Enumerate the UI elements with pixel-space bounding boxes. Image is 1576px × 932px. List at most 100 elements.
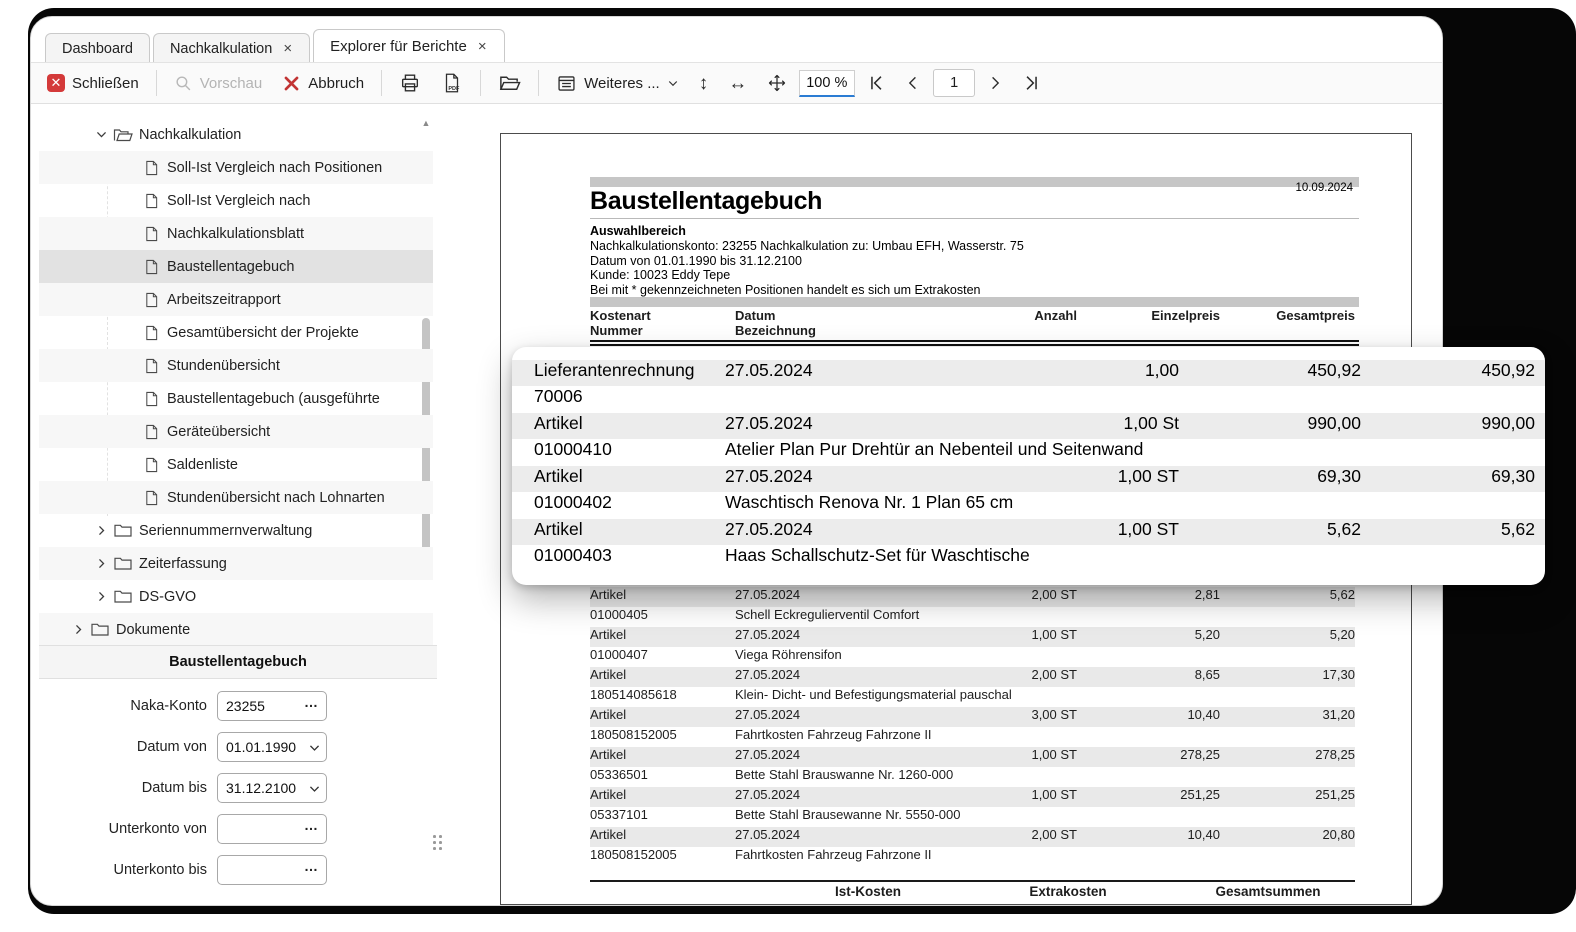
tree-item-label: Stundenübersicht nach Lohnarten [163, 490, 385, 506]
zoom-level-input[interactable]: 100 % [799, 70, 855, 97]
tree-item-stunden-bersicht-nach-lohnarten[interactable]: Stundenübersicht nach Lohnarten [39, 481, 433, 514]
cell-gesamtpreis: 69,30 [1491, 466, 1535, 487]
date-select[interactable]: 01.01.1990 [217, 732, 327, 762]
tree-item-ger-te-bersicht[interactable]: Geräteübersicht [39, 415, 433, 448]
next-page-button[interactable] [979, 71, 1011, 95]
splitter-drag-handle-icon[interactable] [433, 835, 447, 857]
page-number-value: 1 [950, 75, 958, 91]
pan-button[interactable] [759, 69, 795, 97]
cell-gesamtpreis: 5,20 [1330, 627, 1355, 642]
callout-row-line1: Artikel27.05.20241,00 ST5,625,62 [512, 519, 1545, 545]
more-options-button[interactable]: Weiteres ... [548, 69, 687, 98]
cell-kostenart: Artikel [590, 587, 626, 602]
tree-item-stunden-bersicht[interactable]: Stundenübersicht [39, 349, 433, 382]
print-button[interactable] [391, 68, 429, 98]
chevron-down-icon[interactable] [308, 741, 321, 757]
open-report-button[interactable] [490, 68, 529, 99]
lookup-ellipsis-icon[interactable]: … [304, 694, 319, 710]
chevron-right-icon[interactable] [91, 524, 111, 537]
tree-item-nachkalkulation[interactable]: Nachkalkulation [39, 118, 433, 151]
lookup-ellipsis-icon[interactable]: … [304, 858, 319, 874]
cell-anzahl: 1,00 ST [1031, 787, 1077, 802]
preview-button-label: Vorschau [200, 75, 263, 92]
close-button[interactable]: ✕ Schließen [39, 70, 147, 96]
chevron-right-icon[interactable] [91, 590, 111, 603]
cell-gesamtpreis: 450,92 [1481, 360, 1535, 381]
preview-button[interactable]: Vorschau [166, 70, 271, 97]
first-page-button[interactable] [859, 70, 893, 96]
prev-page-button[interactable] [897, 71, 929, 95]
tree-item-dokumente[interactable]: Dokumente [39, 613, 433, 645]
cell-bezeichnung: Fahrtkosten Fahrzeug Fahrzone II [735, 727, 932, 742]
cell-nummer: 01000403 [534, 545, 612, 566]
lookup-ellipsis-icon[interactable]: … [304, 817, 319, 833]
cell-einzelpreis: 2,81 [1195, 587, 1220, 602]
tree-item-baustellentagebuch-ausgef-hrte[interactable]: Baustellentagebuch (ausgeführte [39, 382, 433, 415]
table-row-line1: Artikel27.05.20241,00 ST5,205,20 [590, 627, 1355, 647]
tree-item-gesamt-bersicht-der-projekte[interactable]: Gesamtübersicht der Projekte [39, 316, 433, 349]
abort-button[interactable]: Abbruch [274, 70, 372, 97]
document-icon [139, 259, 163, 275]
table-row-line2: 01000407Viega Röhrensifon [590, 647, 1355, 667]
callout-row-inner: 70006 [534, 386, 1535, 412]
chevron-right-icon[interactable] [91, 557, 111, 570]
tree-item-label: Dokumente [112, 622, 190, 638]
fit-width-button[interactable]: ↔ [720, 70, 755, 97]
tab-bar: DashboardNachkalkulation×Explorer für Be… [45, 27, 508, 63]
folder-icon [111, 589, 135, 604]
page-number-input[interactable]: 1 [933, 69, 975, 97]
last-page-button[interactable] [1015, 70, 1049, 96]
cell-gesamtpreis: 31,20 [1322, 707, 1355, 722]
chevron-right-icon [987, 75, 1003, 91]
chevron-down-icon[interactable] [91, 128, 111, 141]
tree-item-seriennummernverwaltung[interactable]: Seriennummernverwaltung [39, 514, 433, 547]
fit-width-icon: ↔ [728, 74, 747, 93]
tree-item-saldenliste[interactable]: Saldenliste [39, 448, 433, 481]
chevron-right-icon[interactable] [68, 623, 88, 636]
tab-explorer-f-r-berichte[interactable]: Explorer für Berichte× [313, 29, 505, 63]
report-header-band [590, 177, 1359, 187]
tree-item-ds-gvo[interactable]: DS-GVO [39, 580, 433, 613]
selection-line: Datum von 01.01.1990 bis 31.12.2100 [590, 254, 1024, 269]
abort-x-icon [282, 74, 301, 93]
lookup-input[interactable]: … [217, 855, 327, 885]
table-row-line1: Artikel27.05.20242,00 ST2,815,62 [590, 587, 1355, 607]
callout-row-inner: Artikel27.05.20241,00 ST69,3069,30 [534, 466, 1535, 492]
tree-item-arbeitszeitrapport[interactable]: Arbeitszeitrapport [39, 283, 433, 316]
abort-button-label: Abbruch [308, 75, 364, 92]
tree-item-zeiterfassung[interactable]: Zeiterfassung [39, 547, 433, 580]
lookup-input[interactable]: … [217, 814, 327, 844]
pdf-export-button[interactable]: PDF [433, 68, 471, 98]
callout-row-inner: Lieferantenrechnung27.05.20241,00450,924… [534, 360, 1535, 386]
folder-icon [88, 622, 112, 637]
cell-gesamtpreis: 251,25 [1315, 787, 1355, 802]
chevron-down-icon [667, 77, 679, 89]
table-row-line2: 180508152005Fahrtkosten Fahrzeug Fahrzon… [590, 847, 1355, 867]
callout-row-line2: 70006 [512, 386, 1545, 412]
date-select[interactable]: 31.12.2100 [217, 773, 327, 803]
tree-item-nachkalkulationsblatt[interactable]: Nachkalkulationsblatt [39, 217, 433, 250]
cell-kostenart: Artikel [590, 747, 626, 762]
tree-item-soll-ist-vergleich-nach[interactable]: Soll-Ist Vergleich nach [39, 184, 433, 217]
tab-dashboard[interactable]: Dashboard [45, 33, 150, 63]
lookup-input[interactable]: 23255… [217, 691, 327, 721]
open-folder-icon [498, 72, 521, 95]
fit-height-button[interactable]: ↕ [691, 70, 717, 97]
tree-item-label: Saldenliste [163, 457, 238, 473]
col-anzahl: Anzahl [1034, 308, 1077, 323]
document-icon [139, 160, 163, 176]
tab-close-icon[interactable]: × [477, 39, 488, 54]
cell-kostenart: Artikel [590, 707, 626, 722]
tree-item-label: Soll-Ist Vergleich nach [163, 193, 310, 209]
tree-item-soll-ist-vergleich-nach-positionen[interactable]: Soll-Ist Vergleich nach Positionen [39, 151, 433, 184]
folder-icon [111, 556, 135, 571]
tab-close-icon[interactable]: × [282, 41, 293, 56]
printer-icon [399, 72, 421, 94]
tree-item-baustellentagebuch[interactable]: Baustellentagebuch [39, 250, 433, 283]
callout-row: Artikel27.05.20241,00 ST5,625,6201000403… [512, 519, 1545, 571]
tab-nachkalkulation[interactable]: Nachkalkulation× [153, 33, 310, 63]
chevron-down-icon[interactable] [308, 782, 321, 798]
callout-row-line2: 01000402Waschtisch Renova Nr. 1 Plan 65 … [512, 492, 1545, 518]
form-row-datum-bis: Datum bis31.12.2100 [39, 767, 437, 808]
callout-row-inner: 01000410Atelier Plan Pur Drehtür an Nebe… [534, 439, 1535, 465]
